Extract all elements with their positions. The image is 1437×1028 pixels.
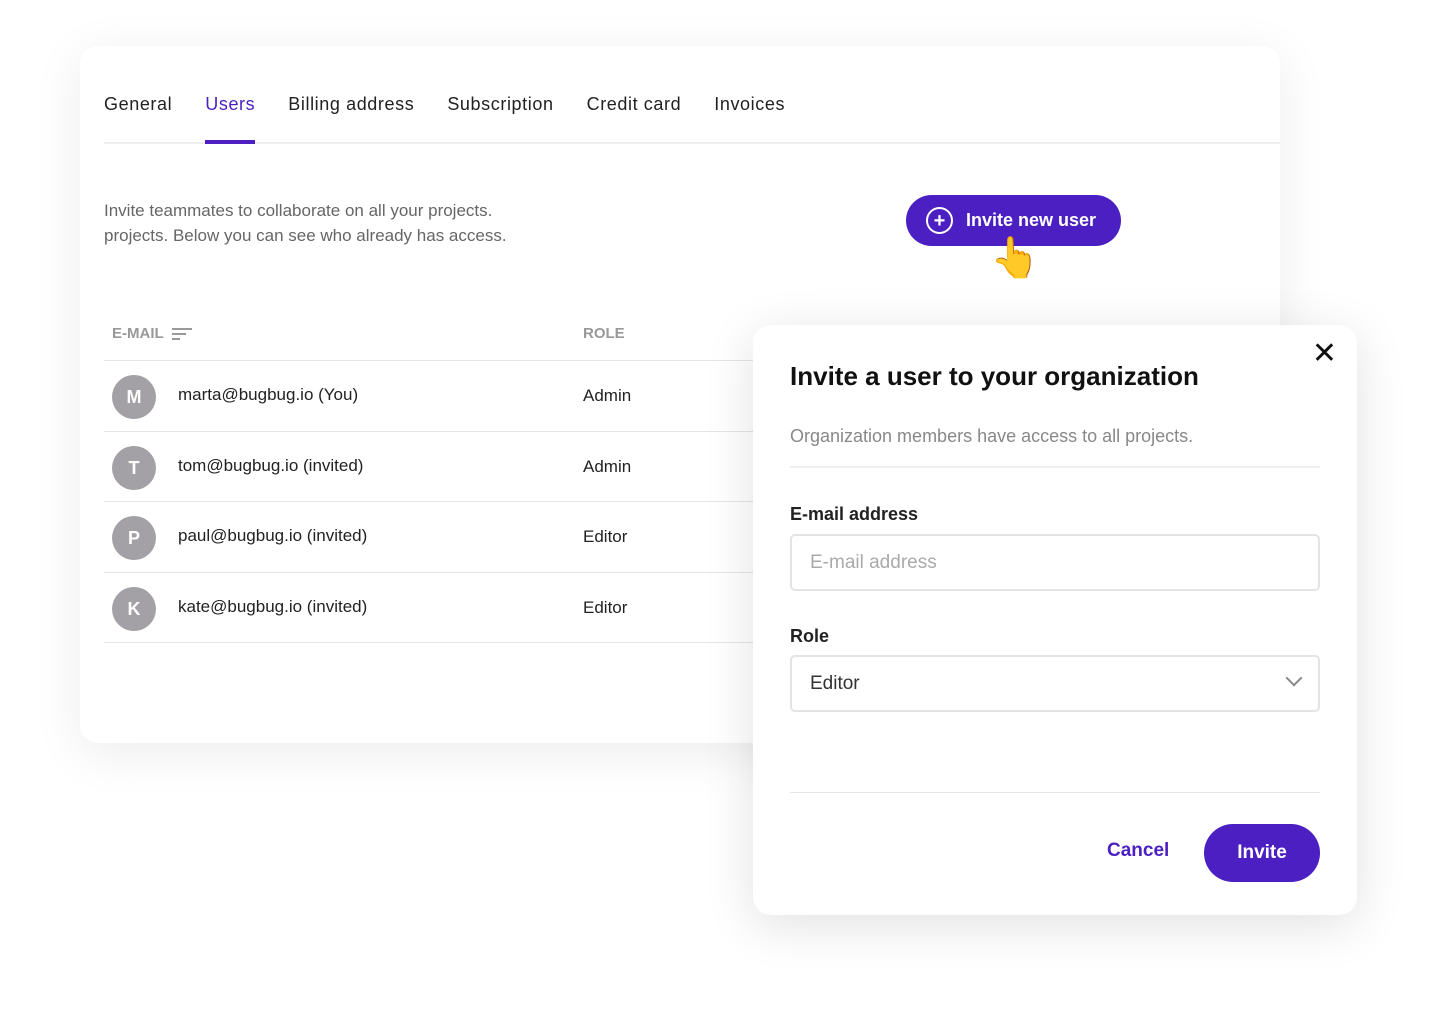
table-row: Ttom@bugbug.io (invited) Admin [104,431,764,502]
user-role: Admin [583,457,632,476]
user-email: paul@bugbug.io (invited) [178,526,368,545]
role-label: Role [790,626,830,646]
hand-cursor-icon: 👆 [990,236,1040,280]
description-line: Invite teammates to collaborate on all y… [104,201,493,220]
invite-button[interactable]: Invite [1204,824,1320,882]
table-row: Mmarta@bugbug.io (You) Admin [104,360,764,431]
plus-circle-icon: + [926,207,953,234]
description-line: projects. Below you can see who already … [104,226,507,245]
tab-credit-card[interactable]: Credit card [587,94,682,142]
divider [790,466,1320,468]
table-row: Kkate@bugbug.io (invited) Editor [104,572,764,643]
table-row: Ppaul@bugbug.io (invited) Editor [104,501,764,572]
modal-title: Invite a user to your organization [790,361,1199,391]
user-email: tom@bugbug.io (invited) [178,456,364,475]
chevron-down-icon [1285,669,1303,687]
avatar: M [112,375,156,419]
user-email: marta@bugbug.io (You) [178,385,359,404]
user-role: Editor [583,598,628,617]
role-value: Editor [810,672,860,694]
user-role: Admin [583,386,632,405]
tab-users[interactable]: Users [205,94,256,144]
description: Invite teammates to collaborate on all y… [104,198,507,248]
email-column-header[interactable]: E-MAIL [112,325,192,343]
avatar: P [112,516,156,560]
avatar: K [112,587,156,631]
user-email: kate@bugbug.io (invited) [178,597,368,616]
sort-icon[interactable] [171,325,192,343]
tab-subscription[interactable]: Subscription [447,94,553,142]
invite-new-user-label: Invite new user [966,210,1097,230]
user-role: Editor [583,527,628,546]
role-column-header: ROLE [583,325,625,342]
cancel-button[interactable]: Cancel [1107,840,1169,862]
invite-user-modal: ✕ Invite a user to your organization Org… [753,325,1357,915]
email-label: E-mail address [790,504,919,524]
role-select[interactable]: Editor [790,655,1320,712]
avatar: T [112,446,156,490]
tab-billing-address[interactable]: Billing address [288,94,414,142]
email-header-label: E-MAIL [112,325,164,342]
divider [790,792,1320,793]
tab-bar: General Users Billing address Subscripti… [104,46,1280,144]
tab-invoices[interactable]: Invoices [714,94,785,142]
close-icon[interactable]: ✕ [1312,339,1337,369]
email-input[interactable] [790,534,1320,591]
modal-subtitle: Organization members have access to all … [790,426,1194,446]
tab-general[interactable]: General [104,94,172,142]
